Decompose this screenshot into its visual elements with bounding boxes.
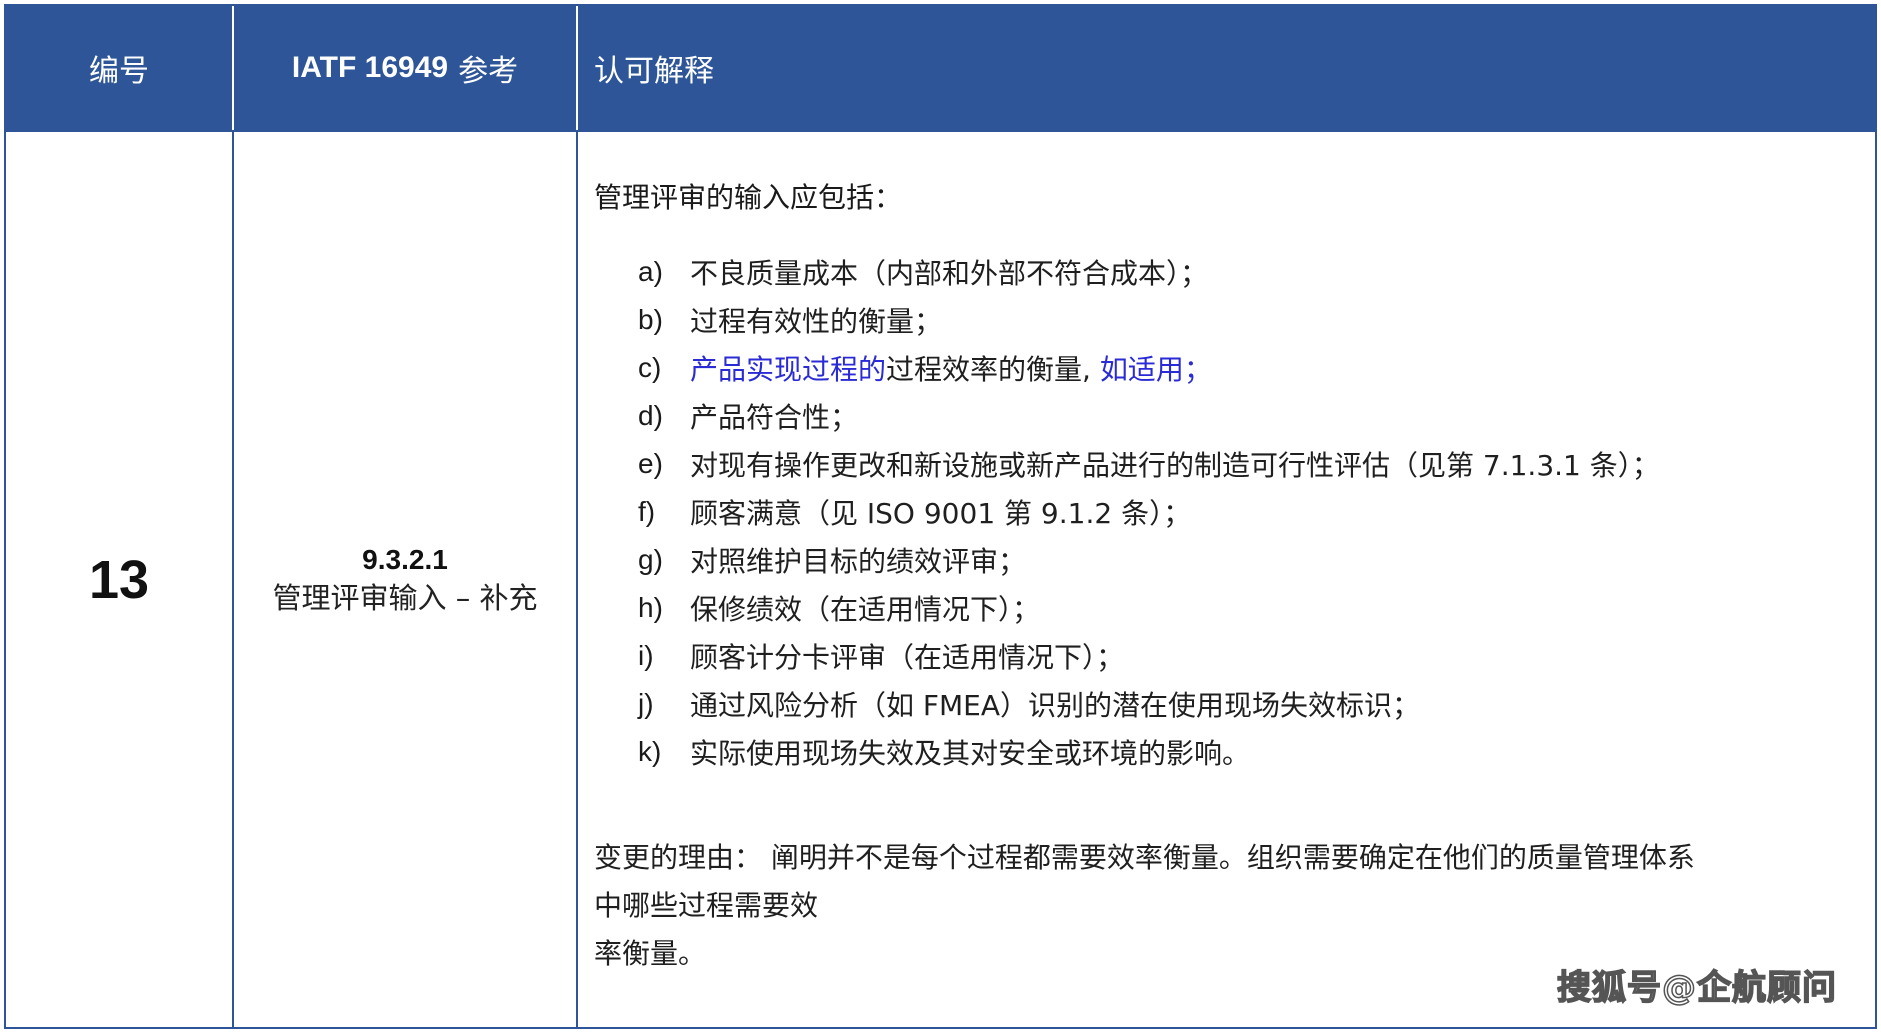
row-clause-cell: 9.3.2.1 管理评审输入 – 补充 [232, 132, 576, 1027]
added-text: 产品实现过程的 [690, 353, 887, 386]
table-header: 编号 IATF 16949 参考 认可解释 [6, 6, 1875, 130]
header-reference-label: 参考 [458, 54, 519, 89]
header-explanation-label: 认可解释 [594, 54, 714, 89]
list-item-label: h) [638, 592, 663, 623]
table-row: 13 9.3.2.1 管理评审输入 – 补充 管理评审的输入应包括： a) 不良… [6, 130, 1875, 1027]
list-item: h) 保修绩效（在适用情况下）； [638, 584, 1660, 632]
list-item: j) 通过风险分析（如 FMEA）识别的潜在使用现场失效标识； [638, 680, 1660, 728]
list-item-label: i) [638, 640, 654, 671]
list-item-label: g) [638, 544, 663, 575]
header-number-label: 编号 [89, 54, 149, 89]
list-item-text: 顾客计分卡评审（在适用情况下）； [690, 641, 1125, 674]
list-item: i) 顾客计分卡评审（在适用情况下）； [638, 632, 1660, 680]
list-item-text: 产品实现过程的过程效率的衡量, 如适用； [690, 348, 1212, 388]
list-item-text: 不良质量成本（内部和外部不符合成本）； [690, 257, 1209, 290]
list-item-label: c) [638, 352, 662, 383]
list-item-label: b) [638, 304, 663, 335]
list-item-text: 实际使用现场失效及其对安全或环境的影响。 [690, 737, 1251, 770]
header-reference: IATF 16949 参考 [232, 6, 576, 130]
list-item-text: 产品符合性； [690, 401, 859, 434]
header-number: 编号 [6, 6, 232, 130]
list-item: c) 产品实现过程的过程效率的衡量, 如适用； [638, 344, 1660, 392]
interpretation-table: 编号 IATF 16949 参考 认可解释 13 9.3.2.1 管理评审输入 … [4, 4, 1877, 1029]
list-item: f) 顾客满意（见 ISO 9001 第 9.1.2 条）； [638, 488, 1660, 536]
list-item-text: 顾客满意（见 ISO 9001 第 9.1.2 条）； [690, 497, 1192, 530]
watermark: 搜狐号@企航顾问 [1556, 967, 1837, 1009]
list-item-label: a) [638, 256, 663, 287]
list-item: d) 产品符合性； [638, 392, 1660, 440]
list-item-text: 对照维护目标的绩效评审； [690, 545, 1027, 578]
added-text: 如适用； [1099, 353, 1212, 386]
header-reference-standard: IATF 16949 [291, 51, 449, 84]
change-reason-line: 中哪些过程需要效 [594, 889, 819, 922]
list-item: b) 过程有效性的衡量； [638, 296, 1660, 344]
list-item-label: e) [638, 448, 663, 479]
list-item: k) 实际使用现场失效及其对安全或环境的影响。 [638, 728, 1660, 776]
row-number: 13 [88, 549, 150, 610]
list-item-label: d) [638, 400, 663, 431]
explanation-intro: 管理评审的输入应包括： [594, 181, 903, 214]
input-list: a) 不良质量成本（内部和外部不符合成本）； b) 过程有效性的衡量； c) 产… [638, 248, 1660, 776]
row-explanation-cell: 管理评审的输入应包括： a) 不良质量成本（内部和外部不符合成本）； b) 过程… [576, 132, 1877, 1027]
list-item-label: f) [638, 496, 656, 527]
clause-number: 9.3.2.1 [362, 543, 448, 575]
change-reason: 变更的理由： 阐明并不是每个过程都需要效率衡量。组织需要确定在他们的质量管理体系… [594, 834, 1864, 978]
list-item-text: 过程有效性的衡量； [690, 305, 943, 338]
list-item: g) 对照维护目标的绩效评审； [638, 536, 1660, 584]
list-item-label: j) [638, 688, 654, 719]
header-explanation: 认可解释 [576, 6, 1877, 130]
row-number-cell: 13 [6, 132, 232, 1027]
list-item-label: k) [638, 736, 662, 767]
list-item-text: 通过风险分析（如 FMEA）识别的潜在使用现场失效标识； [690, 689, 1421, 722]
list-item: e) 对现有操作更改和新设施或新产品进行的制造可行性评估（见第 7.1.3.1 … [638, 440, 1660, 488]
change-reason-line: 变更的理由： 阐明并不是每个过程都需要效率衡量。组织需要确定在他们的质量管理体系 [594, 841, 1695, 874]
list-item: a) 不良质量成本（内部和外部不符合成本）； [638, 248, 1660, 296]
list-item-text-mid: 过程效率的衡量, [886, 353, 1091, 386]
list-item-text: 对现有操作更改和新设施或新产品进行的制造可行性评估（见第 7.1.3.1 条）； [690, 449, 1660, 482]
list-item-text: 保修绩效（在适用情况下）； [690, 593, 1041, 626]
clause-title: 管理评审输入 – 补充 [272, 580, 538, 615]
